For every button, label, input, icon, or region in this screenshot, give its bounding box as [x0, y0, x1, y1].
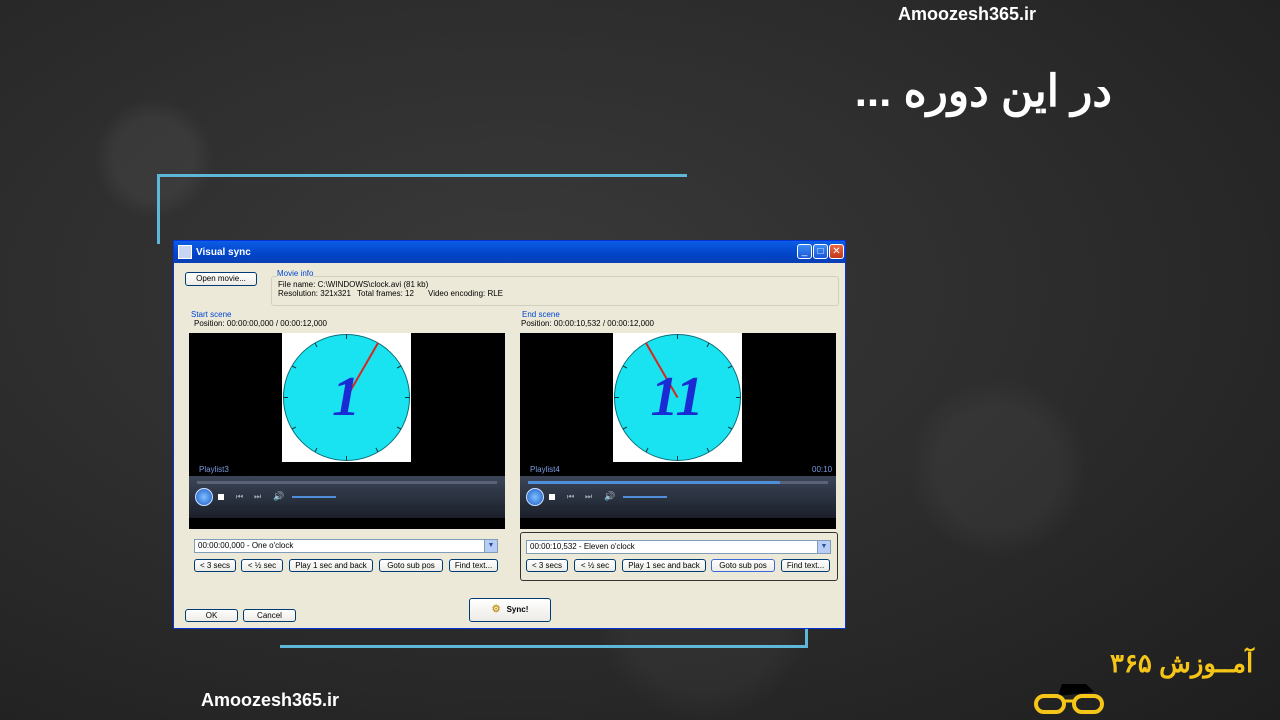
- start-back-3-secs-button[interactable]: < 3 secs: [194, 559, 236, 572]
- chevron-down-icon[interactable]: ▼: [484, 540, 497, 552]
- glasses-logo-icon: [1034, 684, 1104, 714]
- frame-line-bottom: [280, 645, 808, 648]
- window-title: Visual sync: [196, 246, 251, 258]
- end-control-bar: ⏮ ⏭ 🔊: [520, 476, 836, 518]
- start-play-1-sec-button[interactable]: Play 1 sec and back: [289, 559, 373, 572]
- start-volume-slider[interactable]: [292, 496, 336, 498]
- end-play-1-sec-button[interactable]: Play 1 sec and back: [622, 559, 706, 572]
- title-bar[interactable]: Visual sync: [174, 241, 845, 263]
- visual-sync-window: Visual sync _ □ ✕ Open movie... Movie in…: [173, 240, 846, 629]
- start-subtitle-dropdown[interactable]: 00:00:00,000 - One o'clock ▼: [194, 539, 498, 553]
- site-watermark-bottom: Amoozesh365.ir: [201, 690, 340, 710]
- ok-button[interactable]: OK: [185, 609, 238, 622]
- end-seek-fill: [528, 481, 780, 484]
- total-frames-text: Total frames: 12: [357, 289, 414, 298]
- frame-line-top: [157, 174, 687, 177]
- start-subtitle-text: 00:00:00,000 - One o'clock: [198, 541, 294, 550]
- end-clock-number: 11: [651, 366, 704, 428]
- start-back-half-sec-button[interactable]: < ½ sec: [241, 559, 283, 572]
- start-find-text-button[interactable]: Find text...: [449, 559, 498, 572]
- start-seek-bar[interactable]: [197, 481, 497, 484]
- end-goto-sub-pos-button[interactable]: Goto sub pos: [711, 559, 775, 572]
- resolution-text: Resolution: 321x321: [278, 289, 351, 298]
- chevron-down-icon[interactable]: ▼: [817, 541, 830, 553]
- end-playlist-label: Playlist4: [530, 465, 560, 474]
- clock-face-icon: 1: [283, 334, 410, 461]
- end-subtitle-text: 00:00:10,532 - Eleven o'clock: [530, 542, 635, 551]
- end-position-text: Position: 00:00:10,532 / 00:00:12,000: [521, 319, 654, 328]
- end-next-icon[interactable]: ⏭: [585, 492, 592, 502]
- end-video-player[interactable]: 11 Playlist4 00:10 ⏮ ⏭ 🔊: [520, 333, 836, 529]
- end-time-badge: 00:10: [812, 465, 833, 474]
- frame-line-left: [157, 174, 160, 244]
- start-scene-label: Start scene: [191, 310, 232, 319]
- start-video-player[interactable]: 1 Playlist3 ⏮ ⏭ 🔊: [189, 333, 505, 529]
- end-volume-icon[interactable]: 🔊: [604, 491, 615, 502]
- start-volume-icon[interactable]: 🔊: [273, 491, 284, 502]
- end-subtitle-dropdown[interactable]: 00:00:10,532 - Eleven o'clock ▼: [526, 540, 831, 554]
- end-back-half-sec-button[interactable]: < ½ sec: [574, 559, 616, 572]
- file-name-text: File name: C:\WINDOWS\clock.avi (81 kb): [278, 280, 429, 289]
- start-playlist-label: Playlist3: [199, 465, 229, 474]
- start-clock-number: 1: [332, 366, 360, 428]
- start-play-icon[interactable]: [195, 488, 213, 506]
- minimize-icon[interactable]: _: [797, 244, 812, 259]
- end-play-icon[interactable]: [526, 488, 544, 506]
- sync-label: Sync!: [506, 605, 529, 614]
- end-back-3-secs-button[interactable]: < 3 secs: [526, 559, 568, 572]
- end-find-text-button[interactable]: Find text...: [781, 559, 830, 572]
- start-control-bar: ⏮ ⏭ 🔊: [189, 476, 505, 518]
- video-encoding-text: Video encoding: RLE: [428, 289, 504, 298]
- end-clock-frame: 11: [613, 333, 742, 462]
- app-icon: [178, 245, 192, 259]
- maximize-icon[interactable]: □: [813, 244, 828, 259]
- end-scene-label: End scene: [522, 310, 560, 319]
- start-stop-icon[interactable]: [218, 494, 224, 500]
- open-movie-button[interactable]: Open movie...: [185, 272, 257, 286]
- start-clock-frame: 1: [282, 333, 411, 462]
- slide-headline: در این دوره ...: [854, 67, 1112, 116]
- start-goto-sub-pos-button[interactable]: Goto sub pos: [379, 559, 443, 572]
- sync-button[interactable]: ⚙ Sync!: [469, 598, 551, 622]
- start-next-icon[interactable]: ⏭: [254, 492, 261, 502]
- gear-icon: ⚙: [491, 604, 501, 615]
- brand-logo-text: آمــوزش ۳۶۵: [1110, 648, 1254, 678]
- end-stop-icon[interactable]: [549, 494, 555, 500]
- close-icon[interactable]: ✕: [829, 244, 844, 259]
- end-prev-icon[interactable]: ⏮: [567, 492, 574, 502]
- start-prev-icon[interactable]: ⏮: [236, 492, 243, 502]
- site-watermark-top: Amoozesh365.ir: [898, 4, 1037, 24]
- clock-face-icon: 11: [614, 334, 741, 461]
- start-position-text: Position: 00:00:00,000 / 00:00:12,000: [194, 319, 327, 328]
- movie-info-label: Movie info: [277, 269, 314, 278]
- end-volume-slider[interactable]: [623, 496, 667, 498]
- cancel-button[interactable]: Cancel: [243, 609, 296, 622]
